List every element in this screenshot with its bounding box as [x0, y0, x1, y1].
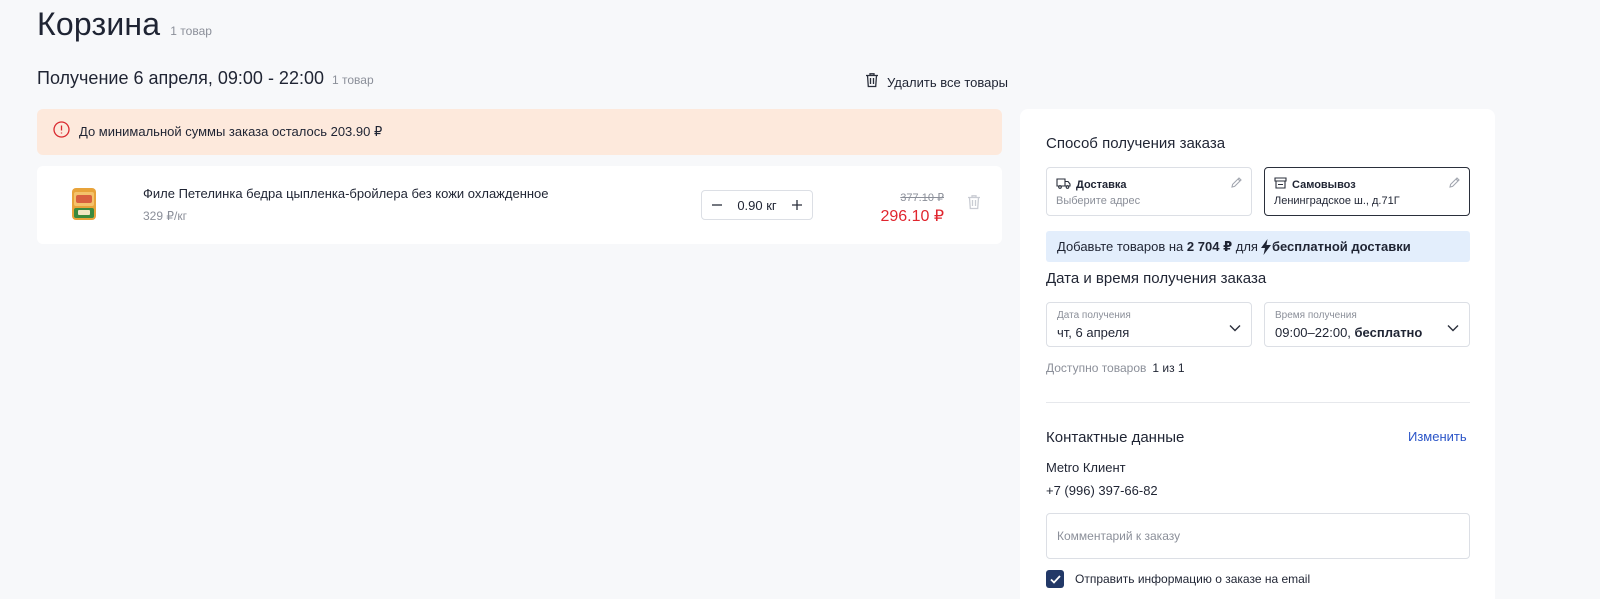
pickup-option-subtitle: Ленинградское ш., д.71Г — [1274, 195, 1400, 207]
time-select[interactable]: Время получения 09:00–22:00, бесплатно — [1264, 302, 1470, 347]
email-notification-checkbox[interactable]: Отправить информацию о заказе на email — [1046, 570, 1310, 588]
remove-item-button[interactable] — [967, 194, 981, 215]
trash-icon — [865, 72, 879, 93]
delivery-option-subtitle: Выберите адрес — [1056, 195, 1141, 207]
contact-phone: +7 (996) 397-66-82 — [1046, 483, 1158, 498]
receipt-title: Получение 6 апреля, 09:00 - 22:00 — [37, 68, 324, 88]
section-divider — [1046, 402, 1470, 403]
free-delivery-middle: для — [1235, 239, 1258, 254]
time-select-value: 09:00–22:00, бесплатно — [1275, 325, 1422, 340]
free-delivery-banner: Добавьте товаров на 2 704 ₽ для бесплатн… — [1046, 231, 1470, 262]
info-circle-icon — [53, 121, 70, 143]
time-range: 09:00–22:00, — [1275, 325, 1351, 340]
lightning-icon — [1260, 238, 1271, 255]
cart-item: Филе Петелинка бедра цыпленка-бройлера б… — [37, 166, 1002, 244]
quantity-value[interactable]: 0.90 кг — [737, 198, 776, 213]
time-free-label: бесплатно — [1354, 325, 1423, 340]
delivery-option-title: Доставка — [1076, 179, 1127, 191]
store-icon — [1274, 176, 1287, 194]
truck-icon — [1056, 176, 1071, 194]
date-select-label: Дата получения — [1057, 310, 1131, 321]
available-items: Доступно товаров 1 из 1 — [1046, 361, 1185, 375]
free-delivery-suffix: бесплатной доставки — [1271, 239, 1411, 254]
time-select-label: Время получения — [1275, 310, 1357, 321]
delete-all-label: Удалить все товары — [887, 75, 1008, 90]
delivery-option[interactable]: Доставка Выберите адрес — [1046, 167, 1252, 216]
trash-icon — [968, 195, 980, 210]
email-checkbox-label: Отправить информацию о заказе на email — [1075, 572, 1311, 586]
contact-name: Metro Клиент — [1046, 460, 1126, 475]
receipt-item-count: 1 товар — [331, 73, 374, 87]
decrease-quantity-button[interactable] — [708, 196, 726, 214]
warning-text: До минимальной суммы заказа осталось 203… — [79, 124, 383, 139]
receipt-header: Получение 6 апреля, 09:00 - 22:00 1 това… — [37, 68, 374, 89]
minus-icon — [712, 204, 722, 206]
product-image[interactable] — [71, 186, 97, 222]
change-contacts-link[interactable]: Изменить — [1408, 429, 1467, 444]
pickup-option-title: Самовывоз — [1292, 179, 1356, 191]
delete-all-button[interactable]: Удалить все товары — [865, 72, 1008, 93]
free-delivery-amount: 2 704 ₽ — [1186, 238, 1233, 254]
delivery-option-head: Доставка — [1056, 176, 1127, 194]
chevron-down-icon — [1447, 319, 1459, 337]
product-name[interactable]: Филе Петелинка бедра цыпленка-бройлера б… — [143, 186, 549, 201]
page-title: Корзина — [37, 6, 161, 42]
new-price: 296.10 ₽ — [880, 208, 944, 225]
increase-quantity-button[interactable] — [788, 196, 806, 214]
free-delivery-prefix: Добавьте товаров на — [1057, 239, 1184, 254]
cart-item-count: 1 товар — [170, 24, 212, 38]
order-side-panel: Способ получения заказа Доставка Выберит… — [1020, 109, 1495, 599]
contacts-title: Контактные данные — [1046, 429, 1185, 446]
page-header: Корзина 1 товар — [37, 6, 212, 43]
checkbox[interactable] — [1046, 570, 1064, 588]
unit-price: 329 ₽/кг — [143, 209, 187, 223]
plus-icon — [792, 200, 802, 210]
delivery-method-title: Способ получения заказа — [1046, 135, 1226, 152]
pickup-option[interactable]: Самовывоз Ленинградское ш., д.71Г — [1264, 167, 1470, 216]
chevron-down-icon — [1229, 319, 1241, 337]
pickup-option-head: Самовывоз — [1274, 176, 1356, 194]
date-select[interactable]: Дата получения чт, 6 апреля — [1046, 302, 1252, 347]
date-select-value: чт, 6 апреля — [1057, 325, 1130, 340]
available-items-value: 1 из 1 — [1152, 361, 1185, 375]
min-order-warning: До минимальной суммы заказа осталось 203… — [37, 109, 1002, 155]
old-price: 377.10 ₽ — [900, 192, 944, 204]
pencil-icon[interactable] — [1448, 176, 1461, 194]
available-items-label: Доступно товаров — [1046, 361, 1147, 375]
pencil-icon[interactable] — [1230, 176, 1243, 194]
datetime-title: Дата и время получения заказа — [1046, 270, 1267, 287]
quantity-stepper: 0.90 кг — [701, 190, 813, 220]
order-comment-input[interactable] — [1046, 513, 1470, 559]
checkmark-icon — [1049, 574, 1061, 584]
